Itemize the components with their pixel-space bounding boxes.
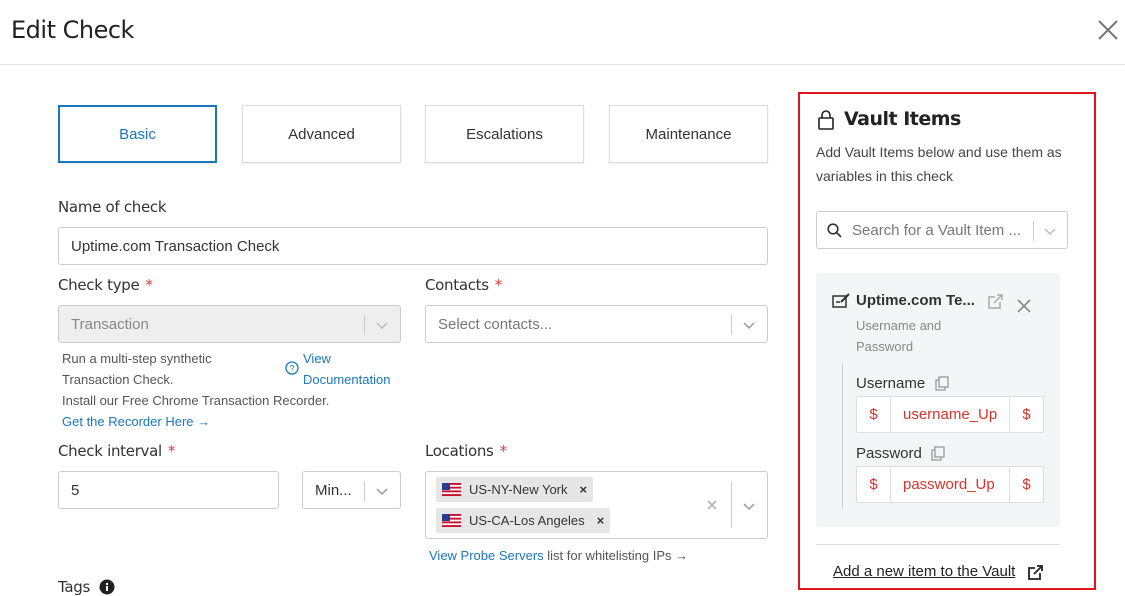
probe-servers-note: View Probe Servers list for whitelisting… <box>429 545 688 566</box>
password-variable[interactable]: $ password_Up $ <box>856 466 1044 503</box>
dollar-left: $ <box>857 397 891 432</box>
password-variable-value: password_Up <box>903 476 995 493</box>
interval-input[interactable]: 5 <box>58 471 279 509</box>
copy-icon[interactable] <box>935 376 949 391</box>
close-icon[interactable] <box>1095 17 1121 43</box>
name-label: Name of check <box>58 198 167 216</box>
us-flag-icon <box>442 483 461 496</box>
view-documentation-link[interactable]: View Documentation <box>303 348 390 390</box>
chevron-down-icon[interactable] <box>375 484 389 498</box>
check-type-help: Run a multi-step synthetic Transaction C… <box>62 348 212 390</box>
name-input[interactable]: Uptime.com Transaction Check <box>58 227 768 265</box>
svg-text:?: ? <box>289 364 294 374</box>
tab-advanced[interactable]: Advanced <box>242 105 401 163</box>
location-tag: US-NY-New York × <box>436 477 594 502</box>
documentation-link-text[interactable]: Documentation <box>303 369 390 390</box>
recorder-link[interactable]: Get the Recorder Here → <box>62 411 210 432</box>
check-type-label: Check type * <box>58 276 153 294</box>
locations-select[interactable]: US-NY-New York × US-CA-Los Angeles × <box>425 471 768 539</box>
vault-item-subtitle: Username and Password <box>856 318 942 354</box>
edit-credential-icon <box>832 293 850 308</box>
select-separator <box>731 482 732 528</box>
check-type-value: Transaction <box>71 315 149 333</box>
check-type-select: Transaction <box>58 305 401 343</box>
remove-tag-icon[interactable]: × <box>597 513 605 528</box>
dollar-right: $ <box>1009 397 1043 432</box>
required-mark: * <box>167 442 176 460</box>
remove-item-icon[interactable] <box>1017 299 1031 313</box>
remove-tag-icon[interactable]: × <box>580 482 588 497</box>
locations-label-text: Locations <box>425 442 494 460</box>
vault-search-input[interactable]: Search for a Vault Item ... <box>816 211 1068 249</box>
location-tag: US-CA-Los Angeles × <box>436 508 611 533</box>
interval-unit-value: Min... <box>315 481 352 499</box>
location-tag-label: US-CA-Los Angeles <box>469 513 585 528</box>
dollar-left: $ <box>857 467 891 502</box>
question-circle-icon: ? <box>285 361 299 375</box>
vault-description: Add Vault Items below and use them as va… <box>816 144 1062 184</box>
add-vault-item-link[interactable]: Add a new item to the Vault <box>833 563 1015 580</box>
modal-header: Edit Check <box>0 0 1125 65</box>
external-link-icon[interactable] <box>987 293 1004 310</box>
interval-unit-select[interactable]: Min... <box>302 471 401 509</box>
select-separator <box>1033 221 1034 241</box>
tree-line <box>842 363 843 509</box>
external-link-icon[interactable] <box>1027 564 1044 581</box>
contacts-placeholder: Select contacts... <box>438 315 553 333</box>
name-value: Uptime.com Transaction Check <box>71 237 280 255</box>
location-tag-label: US-NY-New York <box>469 482 568 497</box>
select-separator <box>731 315 732 335</box>
vault-search-placeholder: Search for a Vault Item ... <box>852 221 1021 239</box>
vault-item-title: Uptime.com Te... <box>856 292 975 309</box>
required-mark: * <box>145 276 153 294</box>
locations-label: Locations * <box>425 442 507 460</box>
probe-servers-text: list for whitelisting IPs → <box>543 548 689 563</box>
page-title: Edit Check <box>11 16 134 44</box>
probe-servers-link[interactable]: View Probe Servers <box>429 548 544 563</box>
interval-value: 5 <box>71 481 80 499</box>
required-mark: * <box>494 276 503 294</box>
dollar-right: $ <box>1009 467 1043 502</box>
select-separator <box>364 481 365 501</box>
lock-icon <box>818 110 834 130</box>
tab-escalations[interactable]: Escalations <box>425 105 584 163</box>
vault-title: Vault Items <box>844 108 961 130</box>
chevron-down-icon <box>376 322 388 330</box>
contacts-label: Contacts * <box>425 276 502 294</box>
help-line-1: Run a multi-step synthetic <box>62 351 212 366</box>
select-separator <box>364 315 365 335</box>
username-variable-value: username_Up <box>903 406 998 423</box>
check-type-label-text: Check type <box>58 276 140 294</box>
info-icon[interactable] <box>99 579 115 595</box>
tab-maintenance[interactable]: Maintenance <box>609 105 768 163</box>
password-label: Password <box>856 445 922 462</box>
chevron-down-icon[interactable] <box>742 318 756 332</box>
clear-icon[interactable] <box>706 499 718 511</box>
us-flag-icon <box>442 514 461 527</box>
tab-basic[interactable]: Basic <box>58 105 217 163</box>
copy-icon[interactable] <box>931 446 945 461</box>
search-icon <box>827 223 842 238</box>
interval-label: Check interval * <box>58 442 175 460</box>
username-variable[interactable]: $ username_Up $ <box>856 396 1044 433</box>
required-mark: * <box>499 442 508 460</box>
chevron-down-icon[interactable] <box>1043 224 1057 238</box>
chevron-down-icon[interactable] <box>742 499 756 513</box>
contacts-select[interactable]: Select contacts... <box>425 305 768 343</box>
recorder-text: Install our Free Chrome Transaction Reco… <box>62 393 330 408</box>
help-line-2: Transaction Check. <box>62 372 174 387</box>
vault-divider <box>816 544 1060 545</box>
view-link-text[interactable]: View <box>303 348 390 369</box>
tags-label: Tags <box>58 578 91 596</box>
contacts-label-text: Contacts <box>425 276 489 294</box>
interval-label-text: Check interval <box>58 442 162 460</box>
username-label: Username <box>856 375 926 392</box>
